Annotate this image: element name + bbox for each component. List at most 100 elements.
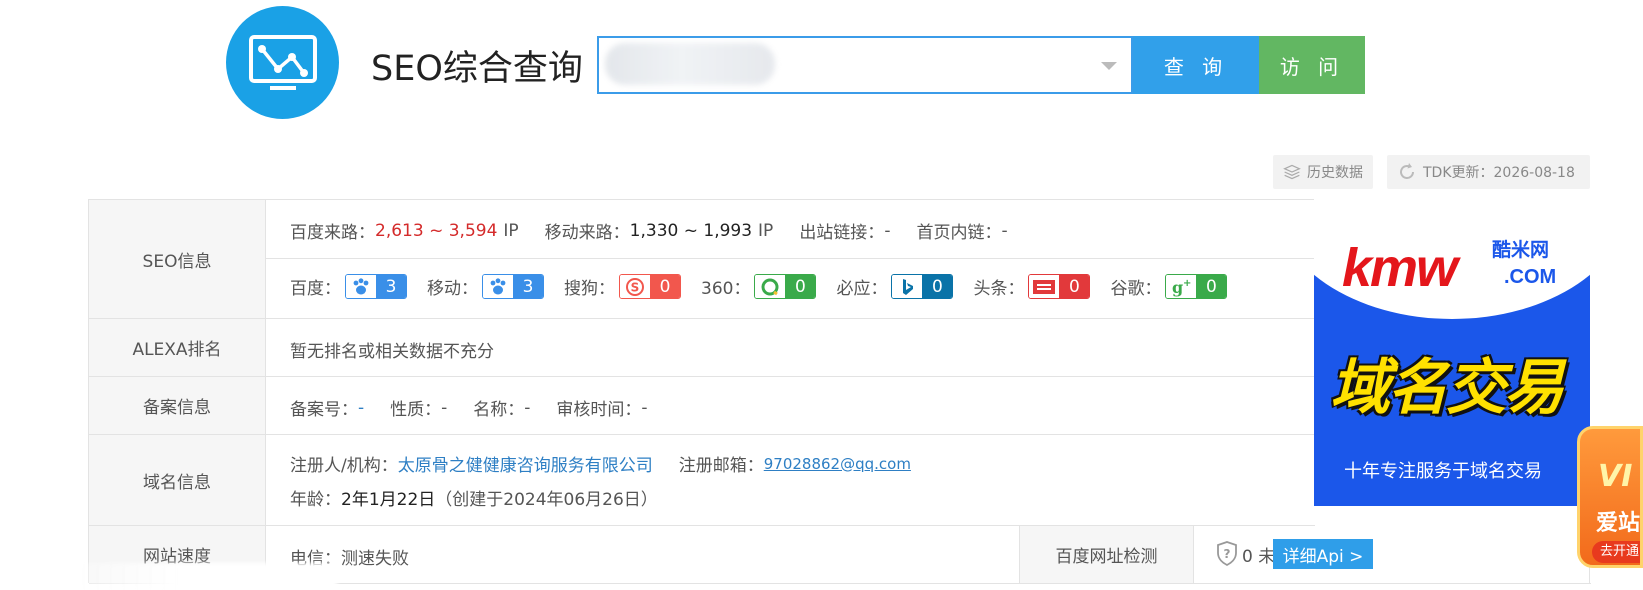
- domain-row: 域名信息 注册人/机构： 太原骨之健健康咨询服务有限公司 注册邮箱： 97028…: [89, 435, 1315, 526]
- beian-nature-label: 性质：: [390, 400, 442, 420]
- homepage-inner-links-label: 首页内链：: [916, 223, 1002, 243]
- registrant-link[interactable]: 太原骨之健健康咨询服务有限公司: [398, 451, 653, 476]
- seo-info-body: 百度来路： 2,613 ~ 3,594 IP 移动来路： 1,330 ~ 1,9…: [266, 200, 1315, 318]
- bottom-blur-overlay: [72, 563, 337, 590]
- outbound-links-value: -: [884, 220, 891, 241]
- chevron-down-icon[interactable]: [1101, 62, 1117, 70]
- engine-google-value: 0: [1196, 275, 1227, 298]
- query-button[interactable]: 查 询: [1133, 36, 1259, 94]
- traffic-line: 百度来路： 2,613 ~ 3,594 IP 移动来路： 1,330 ~ 1,9…: [290, 218, 1008, 244]
- telecom-value: 测速失败: [341, 549, 409, 569]
- paw-icon: [353, 277, 369, 294]
- engine-360-value: 0: [785, 275, 816, 298]
- engine-mobile-label: 移动：: [427, 279, 478, 299]
- beian-review-value: -: [641, 397, 648, 418]
- shield-question-icon: ?: [1217, 541, 1237, 567]
- site-logo[interactable]: [226, 6, 339, 119]
- ad-headline: 域名交易: [1330, 353, 1564, 423]
- engine-360-badge[interactable]: 0: [754, 274, 817, 299]
- engine-bing-badge[interactable]: 0: [891, 274, 954, 299]
- history-data-label: 历史数据: [1307, 165, 1363, 181]
- svg-text:S: S: [631, 280, 640, 294]
- seo-info-row: SEO信息 百度来路： 2,613 ~ 3,594 IP 移动来路： 1,330…: [89, 200, 1315, 319]
- seo-info-label: SEO信息: [89, 200, 266, 318]
- alexa-body: 暂无排名或相关数据不充分: [266, 319, 1315, 376]
- beian-name-value: -: [524, 397, 531, 418]
- ad-brand-suffix: .COM: [1504, 266, 1557, 288]
- engine-bing-value: 0: [922, 275, 953, 298]
- alexa-row: ALEXA排名 暂无排名或相关数据不充分: [89, 319, 1315, 377]
- ad-banner[interactable]: kmw 酷米网 .COM 域名交易 十年专注服务于域名交易: [1314, 199, 1590, 506]
- domain-body: 注册人/机构： 太原骨之健健康咨询服务有限公司 注册邮箱： 97028862@q…: [266, 435, 1315, 525]
- engine-baidu-value: 3: [376, 275, 406, 298]
- alexa-label: ALEXA排名: [89, 319, 266, 376]
- beian-number-label: 备案号：: [290, 400, 358, 420]
- baidu-traffic-value: 2,613 ~ 3,594: [375, 220, 498, 241]
- page-title: SEO综合查询: [371, 49, 583, 89]
- svg-text:g: g: [1172, 278, 1183, 297]
- baidu-url-check-label: 百度网址检测: [1019, 526, 1194, 583]
- alexa-value: 暂无排名或相关数据不充分: [290, 342, 494, 362]
- domain-search-input[interactable]: [613, 48, 1083, 84]
- engine-mobile-value: 3: [513, 275, 543, 298]
- mobile-traffic-unit: IP: [758, 220, 774, 241]
- mobile-traffic-label: 移动来路：: [544, 223, 630, 243]
- history-data-button[interactable]: 历史数据: [1273, 155, 1373, 189]
- vip-float-banner[interactable]: VI 爱站 去开通: [1577, 426, 1643, 568]
- ad-brand: kmw: [1342, 238, 1458, 298]
- ad-brand-cn: 酷米网: [1492, 239, 1550, 261]
- detail-api-button[interactable]: 详细Api >: [1273, 539, 1373, 569]
- toutiao-icon: [1033, 279, 1056, 294]
- engine-weights-line: 百度： 3 移动： 3 搜狗： S 0 360： 0 必应： 0 头条： 0 谷…: [290, 274, 1228, 299]
- beian-name-label: 名称：: [473, 400, 525, 420]
- engine-sogou-label: 搜狗：: [564, 279, 615, 299]
- engine-google-label: 谷歌：: [1110, 279, 1162, 299]
- baidu-traffic-unit: IP: [503, 220, 519, 241]
- bing-icon: [903, 278, 914, 295]
- outbound-links-label: 出站链接：: [799, 223, 885, 243]
- paw-icon: [490, 277, 506, 294]
- engine-baidu-badge[interactable]: 3: [345, 274, 407, 299]
- ad-slogan: 十年专注服务于域名交易: [1344, 461, 1542, 482]
- engine-360-label: 360：: [701, 279, 751, 299]
- engine-toutiao-label: 头条：: [973, 279, 1025, 299]
- age-line: 年龄： 2年1月22日 （创建于2024年06月26日）: [290, 485, 658, 510]
- refresh-icon: [1400, 163, 1414, 179]
- google-plus-icon: g +: [1172, 278, 1191, 297]
- age-label: 年龄：: [290, 490, 341, 510]
- engine-baidu-label: 百度：: [290, 279, 341, 299]
- age-value: 2年1月22日: [341, 490, 436, 510]
- registrant-label: 注册人/机构：: [290, 456, 398, 476]
- registrant-line: 注册人/机构： 太原骨之健健康咨询服务有限公司 注册邮箱： 97028862@q…: [290, 451, 911, 477]
- engine-toutiao-value: 0: [1059, 275, 1090, 298]
- beian-row: 备案信息 备案号： - 性质： - 名称： - 审核时间： -: [89, 377, 1315, 435]
- 360-icon: [761, 278, 779, 295]
- vip-title: VI: [1598, 459, 1633, 494]
- engine-google-badge[interactable]: g + 0: [1165, 274, 1228, 299]
- baidu-traffic-label: 百度来路：: [290, 223, 375, 243]
- tdk-update-label: TDK更新：2026-08-18: [1423, 165, 1575, 181]
- email-link[interactable]: 97028862@qq.com: [764, 455, 911, 473]
- search-box[interactable]: [597, 36, 1133, 94]
- beian-line: 备案号： - 性质： - 名称： - 审核时间： -: [290, 395, 648, 421]
- tdk-update-button[interactable]: TDK更新：2026-08-18: [1387, 155, 1590, 189]
- speed-body: 电信： 测速失败 百度网址检测 ? 0 未知 详细Api >: [266, 526, 1591, 583]
- engine-mobile-badge[interactable]: 3: [482, 274, 544, 299]
- beian-number-value[interactable]: -: [358, 398, 364, 418]
- visit-button[interactable]: 访 问: [1259, 36, 1365, 94]
- engine-sogou-badge[interactable]: S 0: [619, 274, 681, 299]
- email-label: 注册邮箱：: [678, 456, 764, 476]
- sogou-icon: S: [626, 277, 644, 296]
- created-date: （创建于2024年06月26日）: [435, 490, 658, 510]
- engine-bing-label: 必应：: [836, 279, 888, 299]
- svg-text:+: +: [1183, 278, 1191, 289]
- homepage-inner-links-value: -: [1001, 220, 1008, 241]
- beian-review-label: 审核时间：: [556, 400, 642, 420]
- monitor-chart-icon: [248, 34, 317, 90]
- engine-toutiao-badge[interactable]: 0: [1028, 274, 1091, 299]
- beian-label: 备案信息: [89, 377, 266, 434]
- beian-body: 备案号： - 性质： - 名称： - 审核时间： -: [266, 377, 1315, 434]
- svg-text:?: ?: [1224, 547, 1231, 561]
- mobile-traffic-value: 1,330 ~ 1,993: [629, 220, 753, 241]
- vip-open-button[interactable]: 去开通: [1592, 541, 1640, 563]
